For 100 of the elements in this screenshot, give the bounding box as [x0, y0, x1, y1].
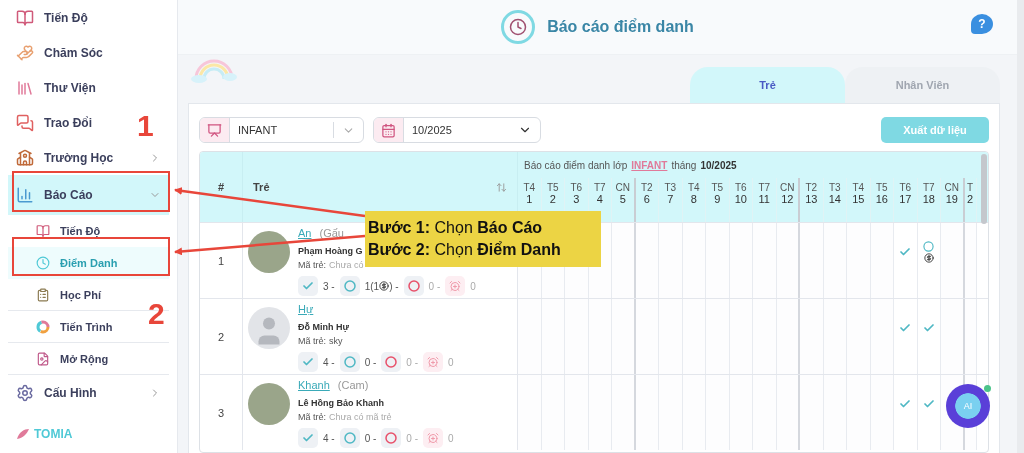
status-count: 0 - [364, 356, 377, 368]
gear-icon [16, 383, 34, 402]
weekday-label: T2 [640, 182, 653, 193]
sidebar-item[interactable]: Tiến Độ [8, 0, 96, 35]
caption-text: Báo cáo điểm danh lớp [524, 159, 628, 171]
tab[interactable]: Trẻ [690, 67, 845, 103]
weekday-label: T3 [828, 182, 841, 193]
sidebar-item[interactable]: Trao Đổi [8, 105, 100, 140]
weekday-label: T5 [546, 182, 559, 193]
weekday-label: CN [615, 182, 630, 193]
hand-heart-icon [16, 43, 34, 62]
weekday-label: T [966, 182, 974, 193]
row-number: 1 [217, 254, 225, 267]
school-icon [16, 148, 34, 167]
status-count: 0 - [406, 356, 418, 368]
weekday-label: T6 [899, 182, 912, 193]
day-number: 3 [573, 193, 580, 205]
status-count: 0 - [428, 280, 441, 292]
class-select[interactable]: INFANT [199, 117, 364, 143]
sidebar-item[interactable]: Trường Học [8, 140, 169, 175]
weekday-label: T4 [687, 182, 700, 193]
check-icon [899, 321, 912, 334]
day-number: 13 [805, 193, 818, 205]
clipboard-icon [36, 287, 50, 302]
row-number: 2 [217, 330, 225, 343]
sidebar-item[interactable]: Báo Cáo [8, 175, 169, 215]
sidebar-item[interactable]: Chăm Sóc [8, 35, 111, 70]
nickname: (Gấu [319, 227, 344, 239]
book-icon [16, 8, 34, 27]
check-icon [922, 321, 935, 334]
weekday-label: T3 [664, 182, 677, 193]
check-icon [922, 397, 935, 410]
day-number: 11 [758, 193, 770, 205]
day-number: 2 [966, 193, 974, 205]
page-title: Báo cáo điểm danh [547, 18, 694, 36]
weekday-label: CN [780, 182, 795, 193]
instruction-text: Bước 1: Chọn Báo Cáo [368, 218, 543, 237]
status-count: 3 - [323, 280, 335, 292]
weekday-label: T2 [805, 182, 818, 193]
status-count: 0 - [364, 432, 377, 444]
sidebar-item[interactable]: Thư Viện [8, 70, 104, 105]
status-count: 0 - [406, 432, 418, 444]
chat-icon [16, 113, 34, 132]
weekday-label: CN [944, 182, 959, 193]
clock-icon [501, 10, 536, 44]
circle-icon [923, 240, 935, 252]
month-select[interactable]: 10/2025 [373, 117, 541, 143]
weekday-label: T6 [734, 182, 747, 193]
books-icon [16, 78, 34, 97]
day-number: 16 [875, 193, 888, 205]
bar-chart-icon [16, 186, 34, 204]
coin-icon [923, 252, 934, 263]
day-number: 17 [899, 193, 912, 205]
code-label: Mã trẻ: [298, 260, 326, 270]
day-number: 9 [714, 193, 721, 205]
caption-month: 10/2025 [700, 159, 737, 171]
status-count: 4 - [323, 356, 335, 368]
scrollbar[interactable] [981, 154, 987, 224]
day-number: 2 [549, 193, 556, 205]
day-number: 10 [734, 193, 747, 205]
code-label: Mã trẻ: [298, 412, 326, 422]
sidebar-subitem[interactable]: Tiến Trình [8, 311, 121, 342]
sidebar-subitem[interactable]: Học Phí [8, 279, 109, 310]
weekday-label: T7 [922, 182, 935, 193]
step-number: 2 [148, 299, 165, 329]
day-number: 6 [643, 193, 650, 205]
rainbow-drawing [190, 57, 238, 83]
logo: TOMIA [8, 427, 73, 441]
child-code: Chưa có mã trẻ [329, 412, 392, 422]
day-number: 4 [596, 193, 603, 205]
weekday-label: T4 [523, 182, 536, 193]
sidebar-item[interactable]: Cấu Hình [8, 375, 169, 410]
book-icon [36, 224, 50, 238]
status-dot [984, 385, 991, 392]
day-number: 18 [922, 193, 935, 205]
leaf-icon [16, 428, 30, 440]
step-number: 1 [137, 111, 154, 141]
caption-text: tháng [671, 159, 697, 171]
status-count: 0 [448, 432, 454, 444]
instruction-text: Bước 2: Chọn Điểm Danh [368, 241, 561, 260]
day-number: 7 [667, 193, 674, 205]
row-number: 3 [217, 406, 225, 419]
day-number: 15 [852, 193, 865, 205]
clock-icon [36, 256, 50, 270]
board-icon [207, 122, 222, 138]
status-count: 4 - [323, 432, 335, 444]
day-number: 19 [945, 193, 958, 205]
weekday-label: T5 [875, 182, 888, 193]
weekday-label: T5 [711, 182, 724, 193]
sidebar-subitem[interactable]: Mở Rộng [8, 343, 117, 374]
code-label: Mã trẻ: [298, 336, 326, 346]
weekday-label: T7 [593, 182, 606, 193]
day-number: 14 [828, 193, 841, 205]
sort-icon[interactable] [496, 181, 507, 193]
day-number: 8 [690, 193, 697, 205]
child-code: Chưa có [329, 260, 364, 270]
calendar-icon [381, 122, 396, 138]
sidebar-subitem[interactable]: Tiến Độ [8, 215, 109, 247]
column-header: # [217, 181, 225, 193]
day-number: 12 [781, 193, 794, 205]
